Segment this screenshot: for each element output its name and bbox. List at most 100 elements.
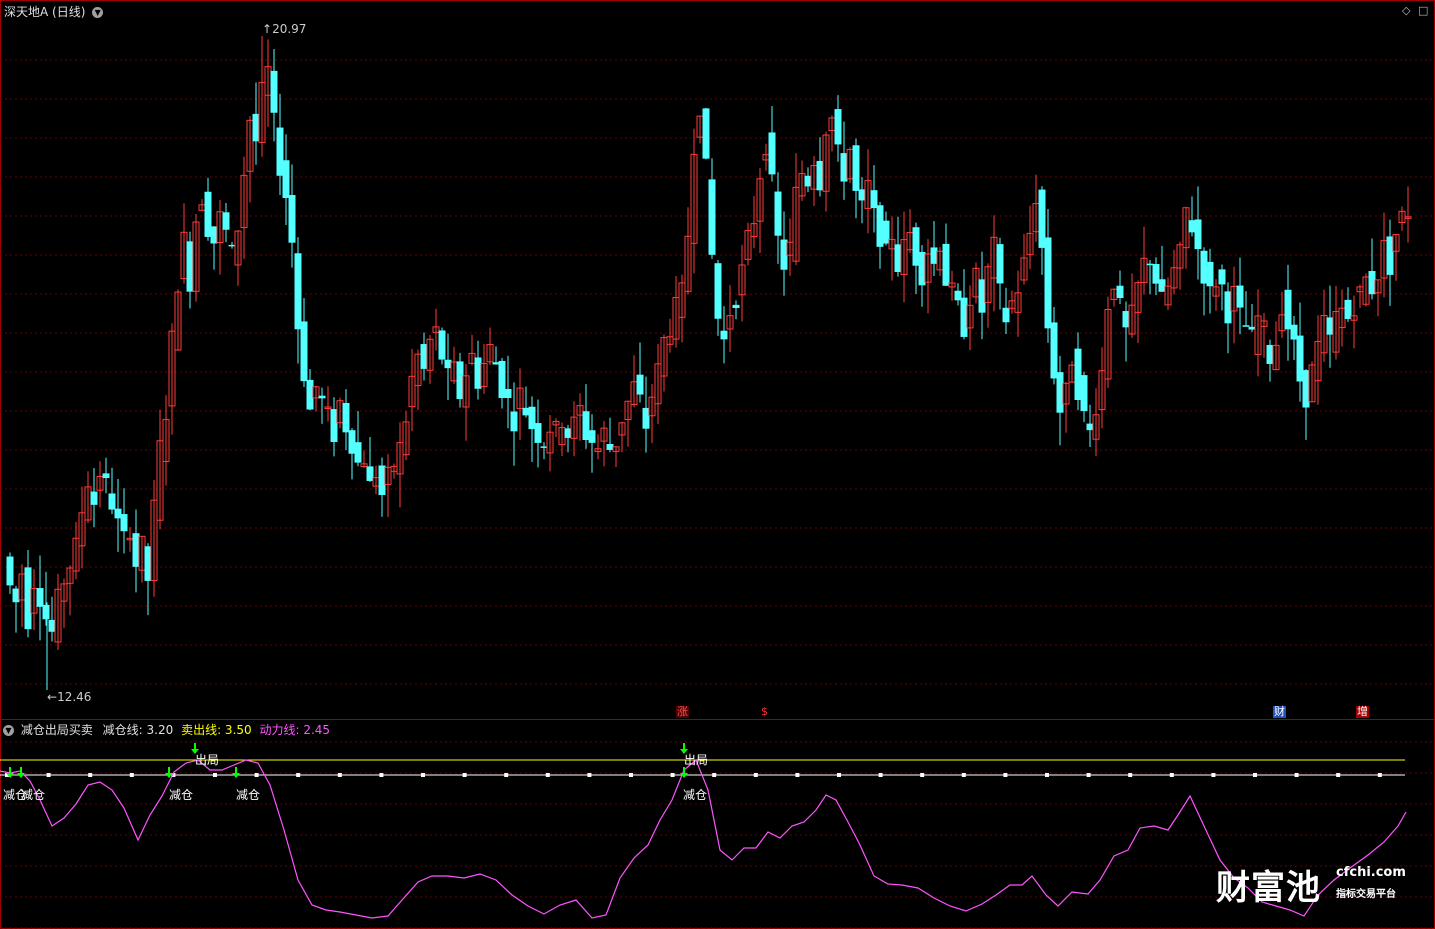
candle-body-down [1326,317,1334,335]
reduce-line-dot [1294,773,1299,777]
reduce-line-dot [629,773,633,777]
reduce-line-dot [254,773,259,777]
candle-body-down [1302,370,1310,408]
reduce-line-dot [1045,773,1049,777]
candle-body-down [882,220,890,244]
marker-rise[interactable]: 涨 [676,706,689,718]
panel-divider [0,719,1435,720]
reduce-line-dot [1169,773,1174,777]
candle-body-down [1290,324,1298,340]
cfchi-logo: 财富池 cfchi.com 指标交易平台 [1216,860,1406,909]
reduce-line-dot [545,773,550,777]
candle-body-down [720,330,728,340]
candle-body-down [768,132,776,175]
candle-body-down [774,191,782,236]
candle-body-down [228,244,236,247]
candle-body-down [270,70,278,113]
candle-body-down [144,546,152,581]
candle-body-down [588,430,596,443]
candle-body-down [342,402,350,433]
signal-reduce-label: 减仓 [21,788,46,802]
candle-body-down [636,374,644,395]
candle-body-down [852,145,860,191]
low-price-label: ←12.46 [47,690,92,704]
candle-body-down [378,465,386,496]
candle-body-down [1248,326,1256,330]
candle-body-down [444,359,452,369]
reduce-line-dot [587,773,592,777]
candle-body-down [780,239,788,270]
reduce-line-dot [213,773,217,777]
candle-body-down [294,253,302,330]
candle-body-down [954,290,962,301]
candle-body-down [282,160,290,199]
candle-body-down [1044,237,1052,329]
candle-body-down [708,179,716,255]
candle-body-down [1146,263,1154,266]
reduce-line-dot [1003,773,1008,777]
candle-body-down [252,113,260,142]
candle-body-down [456,361,464,400]
power-line-value: 动力线: 2.45 [259,723,331,737]
marker-increase[interactable]: 增 [1356,706,1369,718]
candlestick-chart [0,36,1435,929]
candle-body-down [894,244,902,272]
candle-body-down [870,190,878,209]
candle-body-down [930,247,938,264]
reduce-line-dot [88,773,93,777]
candle-body-down [816,160,824,191]
candle-body-down [210,226,218,244]
reduce-line-dot [46,773,51,777]
candle-body-down [804,175,812,187]
marker-finance[interactable]: 财 [1273,706,1286,718]
candle-body-down [438,330,446,360]
candle-body-down [300,321,308,382]
reduce-line-dot [379,773,384,777]
candle-body-down [276,127,284,176]
high-price-arrow: ↑ [262,22,273,36]
candle-body-down [564,428,572,438]
candle-body-down [606,443,614,450]
candle-body-down [36,588,44,607]
candle-body-down [1080,375,1088,412]
candle-body-down [288,195,296,243]
candle-body-down [1188,220,1196,233]
candle-body-down [306,379,314,410]
candle-body-down [1194,219,1202,250]
candle-body-down [582,411,590,441]
reduce-line-dot [1336,773,1341,777]
candle-body-down [1224,291,1232,324]
candle-body-down [912,227,920,266]
reduce-line-dot [670,773,675,777]
candle-body-down [510,411,518,432]
low-price-arrow: ← [47,690,58,704]
high-price-label: ↑20.97 [262,22,307,36]
candle-body-down [960,297,968,337]
candle-body-down [1158,279,1166,292]
indicator-header: ▼ 减仓出局买卖 减仓线: 3.20 卖出线: 3.50 动力线: 2.45 [3,723,330,737]
candle-body-down [114,508,122,519]
candle-body-down [642,407,650,429]
candle-body-down [1218,269,1226,285]
reduce-line-dot [961,773,966,777]
candle-body-down [840,153,848,182]
marker-dollar[interactable]: $ [760,706,769,718]
logo-name: 财富池 [1216,868,1321,908]
candle-body-down [1242,325,1250,327]
candle-body-down [876,205,884,247]
reduce-line-dot [837,773,841,777]
candle-body-down [1266,344,1274,364]
candle-body-down [1368,271,1376,295]
indicator-dropdown-icon[interactable]: ▼ [3,725,14,736]
candle-body-down [102,473,110,479]
reduce-line-dot [1253,773,1257,777]
candle-body-down [732,304,740,309]
signal-exit-label: 出局 [195,753,220,767]
candle-body-down [1116,285,1124,298]
candle-body-down [492,362,500,365]
reduce-line-value: 减仓线: 3.20 [102,723,174,737]
candle-body-down [330,409,338,442]
reduce-line-dot [504,773,509,777]
reduce-line-dot [795,773,800,777]
candle-body-down [1344,299,1352,319]
